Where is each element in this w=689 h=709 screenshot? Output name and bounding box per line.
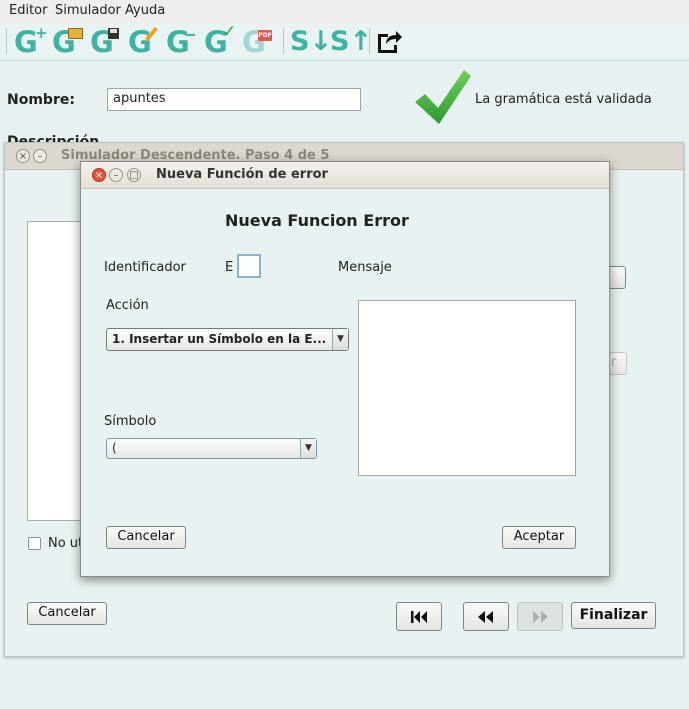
minimize-icon[interactable]: – <box>33 149 47 163</box>
no-ut-checkbox[interactable] <box>28 537 41 550</box>
remove-grammar-button[interactable]: G <box>164 26 198 58</box>
close-icon[interactable]: × <box>16 149 30 163</box>
menu-editor[interactable]: Editor <box>9 3 47 18</box>
share-button[interactable] <box>374 26 408 58</box>
menu-simulador[interactable]: Simulador <box>55 3 121 18</box>
floppy-icon <box>108 28 119 39</box>
s-up-icon: S↑ <box>330 26 373 57</box>
simbolo-selected-value: ( <box>112 441 117 455</box>
nombre-label: Nombre: <box>7 92 75 108</box>
menubar: Editor Simulador Ayuda <box>0 0 689 23</box>
chevron-down-icon: ▼ <box>332 329 348 350</box>
previous-step-button[interactable] <box>463 602 509 631</box>
maximize-icon[interactable]: □ <box>127 168 141 182</box>
export-pdf-button[interactable]: G PDF <box>240 26 274 58</box>
open-grammar-button[interactable]: G <box>50 26 84 58</box>
toolbar: G + G G G G G ✓ G PDF S↓ S↑ <box>0 22 689 61</box>
plus-icon: + <box>35 24 48 42</box>
simulate-descending-button[interactable]: S↓ <box>290 26 332 58</box>
s-down-icon: S↓ <box>290 26 333 57</box>
toolbar-separator <box>283 28 284 54</box>
dialog-accept-button[interactable]: Aceptar <box>502 526 576 549</box>
first-step-button[interactable] <box>396 602 442 631</box>
pdf-icon: PDF <box>258 30 272 41</box>
simulator-cancel-button[interactable]: Cancelar <box>27 602 107 625</box>
finalizar-button[interactable]: Finalizar <box>571 602 656 629</box>
simulate-ascending-button[interactable]: S↑ <box>330 26 372 58</box>
edit-grammar-button[interactable]: G <box>126 26 160 58</box>
chevron-down-icon: ▼ <box>300 439 316 458</box>
folder-icon <box>68 28 83 39</box>
new-grammar-button[interactable]: G + <box>12 24 48 58</box>
accion-label: Acción <box>106 298 149 313</box>
fast-forward-icon <box>533 611 548 623</box>
next-step-button <box>517 602 563 631</box>
share-icon <box>378 31 402 53</box>
nombre-input[interactable]: apuntes <box>107 88 361 111</box>
g-icon: G <box>128 25 152 59</box>
g-icon: G <box>166 25 190 59</box>
minimize-icon[interactable]: – <box>109 168 123 182</box>
mensaje-label: Mensaje <box>338 260 392 275</box>
identificador-input[interactable] <box>237 254 261 278</box>
dialog-heading: Nueva Funcion Error <box>225 211 409 230</box>
toolbar-separator <box>369 28 370 54</box>
toolbar-separator <box>6 28 7 54</box>
save-grammar-button[interactable]: G <box>88 26 122 58</box>
validation-status-text: La gramática está validada <box>475 92 652 107</box>
close-icon[interactable]: × <box>92 168 106 182</box>
accion-selected-value: 1. Insertar un Símbolo en la E... <box>112 332 327 346</box>
dialog-titlebar: × – □ Nueva Función de error <box>81 162 609 189</box>
validate-grammar-button[interactable]: G ✓ <box>202 22 236 58</box>
mensaje-textarea[interactable] <box>358 300 576 476</box>
skip-back-icon <box>411 611 427 623</box>
dialog-title: Nueva Función de error <box>156 167 328 182</box>
dialog-cancel-button[interactable]: Cancelar <box>106 526 186 549</box>
no-ut-checkbox-label: No ut <box>48 536 84 551</box>
identificador-prefix: E <box>225 260 234 275</box>
simbolo-select[interactable]: ( ▼ <box>106 438 317 459</box>
accion-select[interactable]: 1. Insertar un Símbolo en la E... ▼ <box>106 328 349 351</box>
menu-ayuda[interactable]: Ayuda <box>125 3 165 18</box>
simbolo-label: Símbolo <box>104 414 157 429</box>
minus-icon <box>186 34 195 36</box>
identificador-label: Identificador <box>104 260 186 275</box>
validated-check-icon <box>415 70 471 124</box>
rewind-icon <box>478 611 493 623</box>
new-error-function-dialog: × – □ Nueva Función de error Nueva Funci… <box>80 161 610 577</box>
check-icon: ✓ <box>222 22 237 42</box>
